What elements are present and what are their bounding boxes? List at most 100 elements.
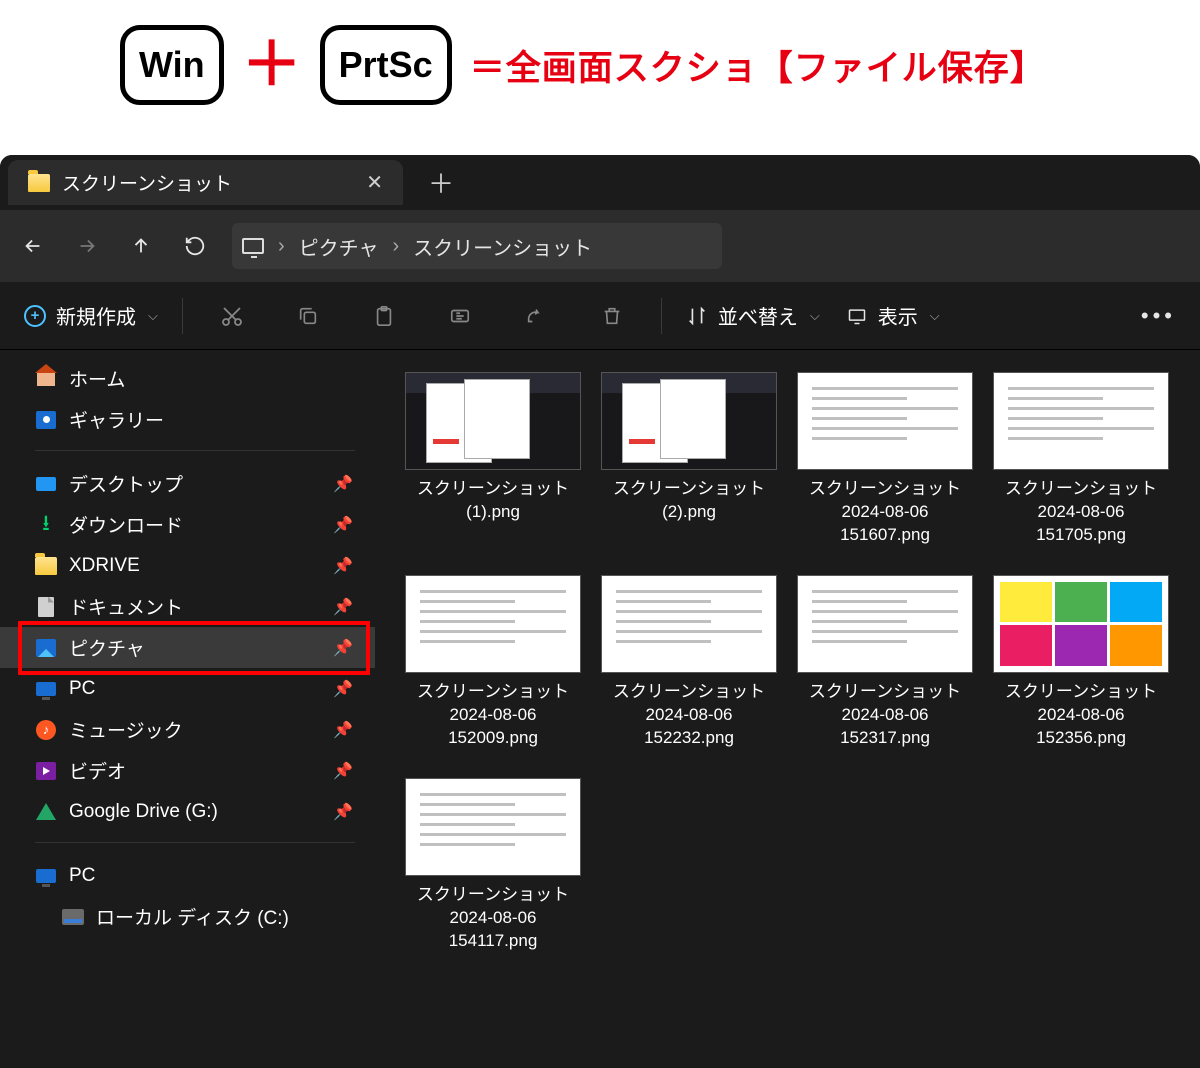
sidebar-item-this-pc[interactable]: PC <box>0 855 375 896</box>
separator <box>182 298 183 334</box>
address-bar[interactable]: › ピクチャ › スクリーンショット <box>232 223 722 269</box>
keycap-win: Win <box>120 25 224 105</box>
file-item[interactable]: スクリーンショット 2024-08-06 152232.png <box>599 575 779 750</box>
sidebar-item-desktop[interactable]: デスクトップ 📌 <box>0 463 375 504</box>
view-label: 表示 <box>878 301 918 330</box>
sidebar-label: ダウンロード <box>69 511 183 538</box>
separator <box>661 298 662 334</box>
folder-icon <box>28 174 50 192</box>
sort-button[interactable]: 並べ替え ⌵ <box>676 295 830 336</box>
plus-icon: ＋ <box>242 35 302 95</box>
sidebar-item-downloads[interactable]: ⭳ ダウンロード 📌 <box>0 504 375 545</box>
pin-icon: 📌 <box>333 474 353 494</box>
file-name: スクリーンショット 2024-08-06 152009.png <box>403 681 583 750</box>
sidebar-item-xdrive[interactable]: XDRIVE 📌 <box>0 545 375 586</box>
sidebar-item-localdisk[interactable]: ローカル ディスク (C:) <box>0 896 375 937</box>
file-name: スクリーンショット 2024-08-06 151607.png <box>795 478 975 547</box>
up-button[interactable] <box>118 223 164 269</box>
file-name: スクリーンショット 2024-08-06 152232.png <box>599 681 779 750</box>
file-item[interactable]: スクリーンショット 2024-08-06 151607.png <box>795 372 975 547</box>
sidebar-item-documents[interactable]: ドキュメント 📌 <box>0 586 375 627</box>
file-grid-area: スクリーンショット (1).pngスクリーンショット (2).pngスクリーンシ… <box>375 350 1200 1068</box>
music-icon: ♪ <box>36 720 56 740</box>
sidebar-item-gallery[interactable]: ギャラリー <box>0 399 375 440</box>
close-icon[interactable]: ✕ <box>366 170 383 195</box>
chevron-down-icon: ⌵ <box>930 308 940 324</box>
new-button[interactable]: + 新規作成 ⌵ <box>14 295 168 336</box>
keycap-prtsc: PrtSc <box>320 25 452 105</box>
view-button[interactable]: 表示 ⌵ <box>836 295 950 336</box>
file-explorer-window: スクリーンショット ✕ ＋ › ピクチャ › スクリーンショット + 新規作成 <box>0 155 1200 1068</box>
download-icon: ⭳ <box>35 515 57 535</box>
folder-icon <box>35 557 57 575</box>
sort-icon <box>686 305 708 327</box>
forward-button[interactable] <box>64 223 110 269</box>
share-button[interactable] <box>501 294 571 338</box>
more-button[interactable]: ••• <box>1131 297 1186 335</box>
file-name: スクリーンショット (1).png <box>403 478 583 524</box>
monitor-icon <box>242 238 264 254</box>
rename-button[interactable] <box>425 294 495 338</box>
sidebar-label: ローカル ディスク (C:) <box>96 903 289 930</box>
plus-circle-icon: + <box>24 305 46 327</box>
banner-text: ＝全画面スクショ【ファイル保存】 <box>470 40 1046 91</box>
address-bar-row: › ピクチャ › スクリーンショット <box>0 210 1200 282</box>
sidebar-item-home[interactable]: ホーム <box>0 358 375 399</box>
delete-button[interactable] <box>577 294 647 338</box>
paste-button[interactable] <box>349 294 419 338</box>
sidebar-label: ドキュメント <box>69 593 183 620</box>
copy-button[interactable] <box>273 294 343 338</box>
navigation-sidebar: ホーム ギャラリー デスクトップ 📌 ⭳ ダウンロード 📌 XDRIVE 📌 <box>0 350 375 1068</box>
sidebar-label: XDRIVE <box>69 555 140 577</box>
separator <box>35 450 355 451</box>
file-name: スクリーンショット 2024-08-06 154117.png <box>403 884 583 953</box>
chevron-down-icon: ⌵ <box>148 308 158 324</box>
tab-strip: スクリーンショット ✕ ＋ <box>0 155 1200 210</box>
pin-icon: 📌 <box>333 638 353 658</box>
sidebar-item-video[interactable]: ビデオ 📌 <box>0 750 375 791</box>
breadcrumb-screenshots[interactable]: スクリーンショット <box>413 232 592 261</box>
file-item[interactable]: スクリーンショット 2024-08-06 152009.png <box>403 575 583 750</box>
pin-icon: 📌 <box>333 597 353 617</box>
sidebar-label: ピクチャ <box>69 634 145 661</box>
separator <box>35 842 355 843</box>
cut-button[interactable] <box>197 294 267 338</box>
refresh-button[interactable] <box>172 223 218 269</box>
sidebar-label: PC <box>69 865 95 887</box>
sidebar-label: ビデオ <box>69 757 126 784</box>
sidebar-label: ホーム <box>69 365 125 392</box>
file-item[interactable]: スクリーンショット 2024-08-06 151705.png <box>991 372 1171 547</box>
sidebar-item-music[interactable]: ♪ ミュージック 📌 <box>0 709 375 750</box>
file-item[interactable]: スクリーンショット (2).png <box>599 372 779 547</box>
pin-icon: 📌 <box>333 802 353 822</box>
sidebar-label: Google Drive (G:) <box>69 801 218 823</box>
instruction-banner: Win ＋ PrtSc ＝全画面スクショ【ファイル保存】 <box>0 0 1200 105</box>
file-name: スクリーンショット 2024-08-06 152356.png <box>991 681 1171 750</box>
back-button[interactable] <box>10 223 56 269</box>
gallery-icon <box>36 411 56 429</box>
file-item[interactable]: スクリーンショット 2024-08-06 152317.png <box>795 575 975 750</box>
file-name: スクリーンショット 2024-08-06 151705.png <box>991 478 1171 547</box>
window-tab[interactable]: スクリーンショット ✕ <box>8 160 403 205</box>
new-label: 新規作成 <box>56 301 136 330</box>
file-item[interactable]: スクリーンショット 2024-08-06 154117.png <box>403 778 583 953</box>
command-toolbar: + 新規作成 ⌵ 並べ替え ⌵ <box>0 282 1200 350</box>
google-drive-icon <box>36 803 56 820</box>
pc-icon <box>36 682 56 696</box>
file-item[interactable]: スクリーンショット 2024-08-06 152356.png <box>991 575 1171 750</box>
desktop-icon <box>36 477 56 491</box>
sidebar-item-pc[interactable]: PC 📌 <box>0 668 375 709</box>
sidebar-label: ギャラリー <box>69 406 164 433</box>
pin-icon: 📌 <box>333 679 353 699</box>
breadcrumb-pictures[interactable]: ピクチャ <box>299 232 379 261</box>
sidebar-item-gdrive[interactable]: Google Drive (G:) 📌 <box>0 791 375 832</box>
disk-icon <box>62 909 84 925</box>
new-tab-button[interactable]: ＋ <box>428 164 454 201</box>
sort-label: 並べ替え <box>718 301 798 330</box>
chevron-right-icon: › <box>392 235 399 258</box>
home-icon <box>37 372 55 386</box>
sidebar-item-pictures[interactable]: ピクチャ 📌 <box>0 627 375 668</box>
sidebar-label: PC <box>69 678 95 700</box>
video-icon <box>36 762 56 780</box>
file-item[interactable]: スクリーンショット (1).png <box>403 372 583 547</box>
